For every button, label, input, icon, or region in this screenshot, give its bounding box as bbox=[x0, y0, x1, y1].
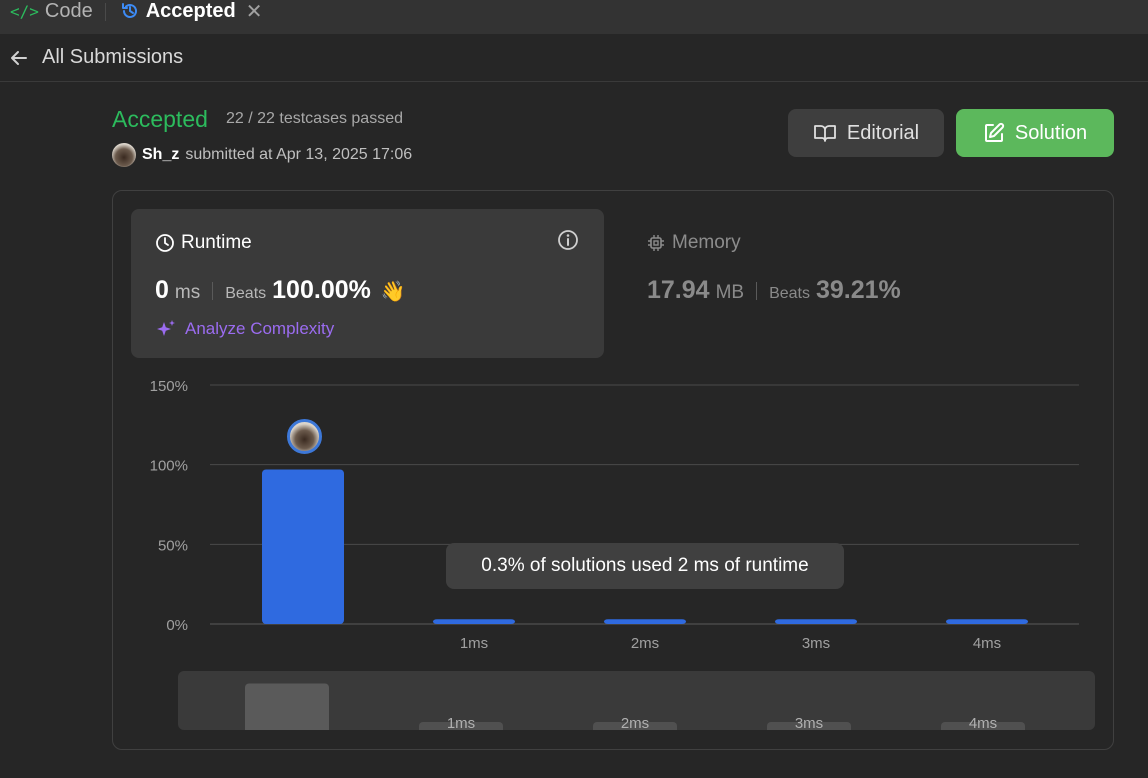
sparkle-icon bbox=[157, 320, 175, 336]
metric-divider bbox=[212, 281, 214, 300]
tab-bar: </> Code Accepted ✕ bbox=[0, 0, 1148, 34]
navigator-tick-label: 3ms bbox=[795, 715, 823, 730]
y-tick-label: 100% bbox=[150, 458, 188, 475]
chart-bar bbox=[433, 619, 515, 624]
back-label: All Submissions bbox=[42, 46, 184, 68]
chart-range-navigator[interactable]: 1ms 2ms 3ms 4ms bbox=[178, 671, 1095, 730]
runtime-metrics: 0 ms Beats 100.00% 👋 bbox=[155, 276, 406, 305]
chart-tooltip: 0.3% of solutions used 2 ms of runtime bbox=[446, 543, 844, 589]
info-icon[interactable] bbox=[557, 229, 579, 251]
tab-accepted-label: Accepted bbox=[145, 0, 236, 22]
tab-accepted[interactable]: Accepted ✕ bbox=[110, 0, 271, 34]
editorial-label: Editorial bbox=[846, 121, 920, 144]
tab-divider bbox=[104, 3, 106, 21]
memory-beats-value: 39.21% bbox=[815, 276, 901, 304]
navigator-bar bbox=[245, 683, 329, 730]
runtime-title-label: Runtime bbox=[181, 232, 252, 253]
navigator-tick-label: 1ms bbox=[447, 715, 475, 730]
chip-icon bbox=[648, 235, 664, 251]
clap-hands-icon: 👋 bbox=[380, 281, 406, 303]
username[interactable]: Sh_z bbox=[142, 146, 179, 164]
chart-bar bbox=[262, 469, 344, 624]
memory-title-label: Memory bbox=[672, 232, 741, 253]
chart-bar bbox=[604, 619, 686, 624]
runtime-unit: ms bbox=[174, 282, 201, 303]
x-tick-label: 1ms bbox=[460, 635, 488, 652]
y-tick-label: 0% bbox=[166, 617, 188, 634]
runtime-distribution-chart: 0% 50% 100% 150% 1ms 2ms 3ms 4ms bbox=[150, 378, 1079, 652]
edit-icon bbox=[984, 122, 1004, 142]
avatar[interactable] bbox=[112, 143, 136, 167]
memory-metrics: 17.94 MB Beats 39.21% bbox=[647, 276, 901, 305]
submission-status: Accepted bbox=[112, 106, 208, 132]
code-brackets-icon: </> bbox=[10, 1, 39, 21]
testcases-passed: 22 / 22 testcases passed bbox=[226, 110, 403, 127]
runtime-value: 0 bbox=[155, 276, 169, 304]
chart-bar bbox=[946, 619, 1028, 624]
tab-code-label: Code bbox=[44, 0, 93, 22]
back-to-submissions[interactable]: All Submissions bbox=[0, 34, 1148, 82]
editorial-button[interactable]: Editorial bbox=[788, 109, 944, 157]
x-tick-label: 3ms bbox=[802, 635, 830, 652]
memory-beats-label: Beats bbox=[769, 285, 810, 302]
tab-code[interactable]: </> Code bbox=[0, 0, 101, 34]
analyze-label: Analyze Complexity bbox=[185, 319, 335, 338]
history-icon bbox=[121, 3, 137, 18]
book-icon bbox=[813, 125, 836, 142]
solution-button[interactable]: Solution bbox=[956, 109, 1114, 157]
x-tick-label: 2ms bbox=[631, 635, 659, 652]
y-tick-label: 50% bbox=[158, 537, 188, 554]
analyze-complexity-link[interactable]: Analyze Complexity bbox=[155, 318, 334, 340]
navigator-tick-label: 4ms bbox=[969, 715, 997, 730]
navigator-chart: 1ms 2ms 3ms 4ms bbox=[245, 683, 1025, 730]
memory-value: 17.94 bbox=[647, 276, 710, 304]
arrow-left-icon bbox=[11, 50, 27, 65]
navigator-tick-label: 2ms bbox=[621, 715, 649, 730]
runtime-beats-value: 100.00% bbox=[272, 276, 371, 304]
runtime-title: Runtime bbox=[155, 232, 252, 254]
avatar[interactable] bbox=[287, 419, 322, 454]
memory-title[interactable]: Memory bbox=[646, 232, 741, 254]
clock-icon bbox=[156, 234, 174, 252]
submitter-info: Sh_z submitted at Apr 13, 2025 17:06 bbox=[112, 143, 412, 167]
y-tick-label: 150% bbox=[150, 378, 188, 395]
close-icon[interactable]: ✕ bbox=[246, 0, 263, 24]
chart-bar bbox=[775, 619, 857, 624]
runtime-beats-label: Beats bbox=[225, 285, 267, 302]
solution-label: Solution bbox=[1014, 121, 1088, 144]
metric-divider bbox=[756, 281, 758, 300]
memory-unit: MB bbox=[715, 282, 745, 303]
submitted-at: submitted at Apr 13, 2025 17:06 bbox=[185, 146, 413, 163]
x-tick-label: 4ms bbox=[973, 635, 1001, 652]
